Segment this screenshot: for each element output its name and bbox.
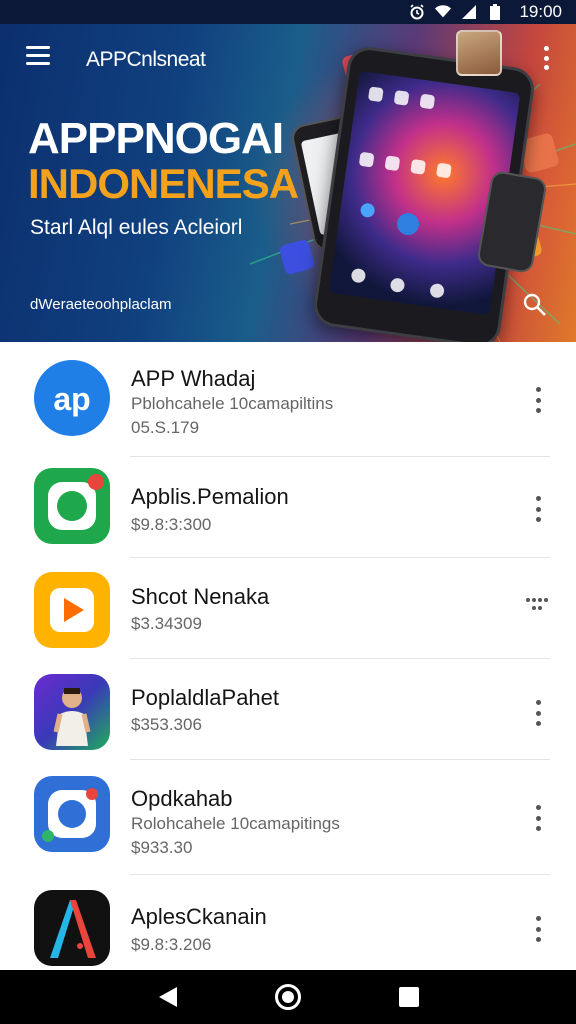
app-yellow-play-icon: [34, 572, 110, 648]
status-bar: 19:00: [0, 0, 576, 24]
app-name: Opdkahab: [131, 786, 233, 811]
more-vert-icon[interactable]: [528, 802, 548, 834]
list-item[interactable]: PoplaldlaPahet $353.306: [0, 659, 576, 760]
back-triangle-icon[interactable]: [157, 985, 179, 1009]
app-subtitle: Pblohcahele 10camapiltins: [131, 394, 334, 413]
app-blue-ap-icon: ap: [34, 360, 110, 436]
app-price: $9.8:3:300: [131, 515, 212, 534]
hamburger-menu-icon[interactable]: [26, 46, 54, 70]
app-price: $353.306: [131, 715, 202, 734]
more-vert-icon[interactable]: [528, 913, 548, 945]
app-name: APP Whadaj: [131, 366, 256, 391]
more-vert-icon[interactable]: [528, 697, 548, 729]
hero-tagline: Starl Alql eules Acleiorl: [30, 216, 243, 239]
app-subtitle: Rolohcahele 10camapitings: [131, 814, 340, 833]
hero-title-line2: INDONENESA: [28, 160, 299, 207]
app-title: APPCnlsneat: [86, 48, 206, 71]
app-name: Apblis.Pemalion: [131, 484, 289, 509]
app-price: $3.34309: [131, 614, 202, 633]
app-list: ap APP Whadaj Pblohcahele 10camapiltins …: [0, 342, 576, 970]
avatar[interactable]: [456, 30, 502, 76]
more-vert-icon[interactable]: [536, 44, 556, 72]
system-nav-bar: [0, 970, 576, 1024]
hero-banner: APPCnlsneat APPPNOGAI INDONENESA Starl A…: [0, 24, 576, 342]
signal-icon: [461, 4, 477, 20]
more-vert-icon[interactable]: [528, 384, 548, 416]
app-name: AplesCkanain: [131, 904, 267, 929]
app-name: PoplaldlaPahet: [131, 685, 280, 710]
app-purple-person-icon: [34, 674, 110, 750]
app-green-ring-icon: [34, 468, 110, 544]
list-item[interactable]: AplesCkanain $9.8:3.206: [0, 875, 576, 970]
home-circle-icon[interactable]: [275, 984, 301, 1010]
search-icon[interactable]: [522, 292, 550, 320]
app-black-a-icon: [34, 890, 110, 966]
app-price: 05.S.179: [131, 418, 200, 437]
hero-title-line1: APPPNOGAI: [28, 114, 284, 163]
status-time: 19:00: [519, 2, 562, 21]
app-price: $933.30: [131, 838, 193, 857]
list-item[interactable]: Apblis.Pemalion $9.8:3:300: [0, 457, 576, 558]
hero-url[interactable]: dWeraeteoohplaclam: [30, 296, 171, 313]
app-name: Shcot Nenaka: [131, 584, 270, 609]
more-vert-icon[interactable]: [528, 493, 548, 525]
list-item[interactable]: Shcot Nenaka $3.34309: [0, 558, 576, 659]
app-blue-ring-icon: [34, 776, 110, 852]
battery-icon: [487, 4, 503, 20]
list-item[interactable]: Opdkahab Rolohcahele 10camapitings $933.…: [0, 760, 576, 875]
alarm-icon: [409, 4, 425, 20]
more-horiz-icon[interactable]: [526, 598, 548, 612]
list-item[interactable]: ap APP Whadaj Pblohcahele 10camapiltins …: [0, 342, 576, 457]
recents-square-icon[interactable]: [399, 987, 419, 1007]
svg-text:ap: ap: [53, 381, 90, 417]
wifi-icon: [435, 4, 452, 20]
app-price: $9.8:3.206: [131, 935, 212, 954]
